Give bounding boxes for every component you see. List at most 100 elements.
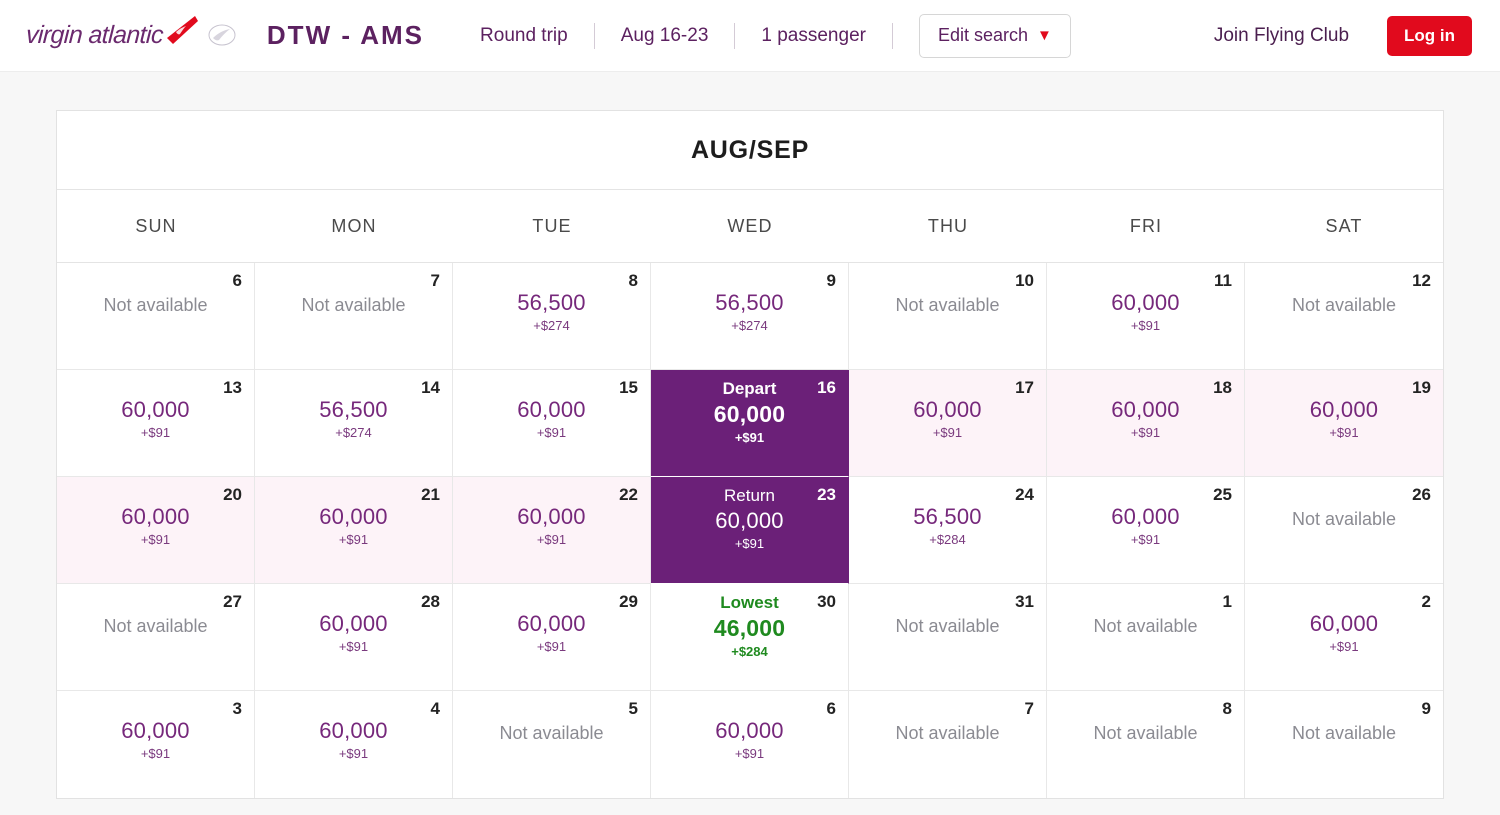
calendar-day-cell[interactable]: 14 56,500 +$274 <box>255 370 453 477</box>
calendar-day-cell[interactable]: 21 60,000 +$91 <box>255 477 453 584</box>
calendar-day-cell[interactable]: 30 Lowest 46,000 +$284 <box>651 584 849 691</box>
miles-price: 60,000 <box>1111 290 1180 315</box>
calendar-day-cell[interactable]: 16 Depart 60,000 +$91 <box>651 370 849 477</box>
miles-price: 60,000 <box>913 397 982 422</box>
cash-surcharge: +$274 <box>533 317 570 333</box>
day-fare-body: 60,000 +$91 <box>1257 610 1431 690</box>
miles-price: 60,000 <box>713 401 786 428</box>
miles-price: 60,000 <box>517 611 586 636</box>
month-title: AUG/SEP <box>690 135 810 164</box>
virgin-atlantic-logo[interactable]: virgin atlantic <box>25 15 237 50</box>
day-fare-body: 56,500 +$274 <box>663 289 836 369</box>
calendar-day-cell: 8 Not available <box>1047 691 1245 798</box>
miles-price: 60,000 <box>319 504 388 529</box>
day-number: 6 <box>232 271 242 290</box>
day-number: 17 <box>1015 378 1034 397</box>
calendar-day-cell[interactable]: 2 60,000 +$91 <box>1245 584 1443 691</box>
calendar-day-cell[interactable]: 29 60,000 +$91 <box>453 584 651 691</box>
divider <box>891 22 893 49</box>
miles-price: 56,500 <box>913 504 982 529</box>
calendar-day-cell[interactable]: 9 56,500 +$274 <box>651 263 849 370</box>
cash-surcharge: +$91 <box>734 745 765 761</box>
miles-price: 60,000 <box>121 504 190 529</box>
day-number: 12 <box>1412 271 1431 290</box>
day-number: 30 <box>817 592 836 611</box>
day-number: 7 <box>1024 699 1034 718</box>
calendar-day-cell[interactable]: 8 56,500 +$274 <box>453 263 651 370</box>
cash-surcharge: +$91 <box>140 745 171 761</box>
calendar-day-cell: 7 Not available <box>849 691 1047 798</box>
edit-search-button[interactable]: Edit search ▼ <box>918 13 1071 58</box>
miles-price: 60,000 <box>517 397 586 422</box>
not-available-label: Not available <box>895 295 1000 315</box>
calendar-day-cell[interactable]: 25 60,000 +$91 <box>1047 477 1245 584</box>
not-available-label: Not available <box>499 723 604 743</box>
not-available-label: Not available <box>103 295 208 315</box>
cash-surcharge: +$91 <box>536 424 567 440</box>
calendar-day-cell[interactable]: 24 56,500 +$284 <box>849 477 1047 584</box>
miles-price: 60,000 <box>715 718 784 743</box>
calendar-grid: 6 Not available 7 Not available 8 56,500 +$274… <box>57 263 1443 798</box>
cash-surcharge: +$91 <box>1329 638 1359 654</box>
day-fare-body: 60,000 +$91 <box>267 503 440 583</box>
miles-price: 60,000 <box>1309 397 1379 422</box>
cash-surcharge: +$284 <box>929 531 966 547</box>
cash-surcharge: +$91 <box>338 745 369 761</box>
depart-badge: Depart <box>722 379 777 398</box>
calendar-day-cell[interactable]: 11 60,000 +$91 <box>1047 263 1245 370</box>
miles-price: 60,000 <box>121 397 190 422</box>
calendar-day-cell[interactable]: 3 60,000 +$91 <box>57 691 255 798</box>
calendar-day-cell[interactable]: 4 60,000 +$91 <box>255 691 453 798</box>
day-number: 14 <box>421 378 440 397</box>
dow-thu: THU <box>927 215 969 236</box>
log-in-button[interactable]: Log in <box>1387 15 1472 56</box>
day-number: 16 <box>817 378 836 397</box>
calendar-day-cell[interactable]: 6 60,000 +$91 <box>651 691 849 798</box>
calendar-day-cell[interactable]: 22 60,000 +$91 <box>453 477 651 584</box>
day-fare-body: 60,000 +$91 <box>1059 396 1232 476</box>
day-number: 9 <box>826 271 836 290</box>
not-available-label: Not available <box>895 616 1000 636</box>
day-fare-body: 60,000 +$91 <box>69 396 242 476</box>
chevron-down-icon: ▼ <box>1037 27 1052 44</box>
day-number: 1 <box>1222 592 1232 611</box>
return-badge: Return <box>723 486 776 505</box>
calendar-day-cell[interactable]: 23 Return 60,000 +$91 <box>651 477 849 584</box>
not-available-label: Not available <box>1291 723 1397 743</box>
day-number: 2 <box>1421 592 1431 611</box>
join-flying-club-link[interactable]: Join Flying Club <box>1214 25 1349 47</box>
calendar-day-cell[interactable]: 20 60,000 +$91 <box>57 477 255 584</box>
calendar-day-cell[interactable]: 28 60,000 +$91 <box>255 584 453 691</box>
calendar-day-cell: 10 Not available <box>849 263 1047 370</box>
day-number: 28 <box>421 592 440 611</box>
calendar-day-cell[interactable]: 15 60,000 +$91 <box>453 370 651 477</box>
day-number: 21 <box>421 485 440 504</box>
edit-search-label: Edit search <box>937 25 1029 45</box>
day-number: 8 <box>1222 699 1232 718</box>
top-navigation-bar: virgin atlantic DTW - AMS Round trip Aug… <box>0 0 1500 72</box>
day-fare-body: Not available <box>1059 717 1232 798</box>
cash-surcharge: +$91 <box>1329 424 1359 440</box>
miles-price: 60,000 <box>319 718 388 743</box>
day-fare-body: 60,000 +$91 <box>465 610 638 690</box>
day-fare-body: 60,000 +$91 <box>465 503 638 583</box>
calendar-day-cell[interactable]: 19 60,000 +$91 <box>1245 370 1443 477</box>
calendar-day-cell[interactable]: 18 60,000 +$91 <box>1047 370 1245 477</box>
calendar-day-cell[interactable]: 17 60,000 +$91 <box>849 370 1047 477</box>
calendar-day-cell: 6 Not available <box>57 263 255 370</box>
calendar-day-cell: 12 Not available <box>1245 263 1443 370</box>
dow-mon: MON <box>331 215 377 236</box>
day-fare-body: Not available <box>69 289 242 369</box>
calendar-day-cell[interactable]: 13 60,000 +$91 <box>57 370 255 477</box>
day-fare-body: Not available <box>1257 503 1431 583</box>
dow-tue: TUE <box>532 215 572 236</box>
dow-wed: WED <box>727 215 773 236</box>
not-available-label: Not available <box>301 295 406 315</box>
day-number: 9 <box>1421 699 1431 718</box>
day-fare-body: Not available <box>465 717 638 798</box>
cash-surcharge: +$91 <box>536 531 567 547</box>
day-number: 31 <box>1015 592 1034 611</box>
miles-price: 60,000 <box>715 508 784 534</box>
cash-surcharge: +$91 <box>1130 424 1161 440</box>
not-available-label: Not available <box>895 723 1000 743</box>
